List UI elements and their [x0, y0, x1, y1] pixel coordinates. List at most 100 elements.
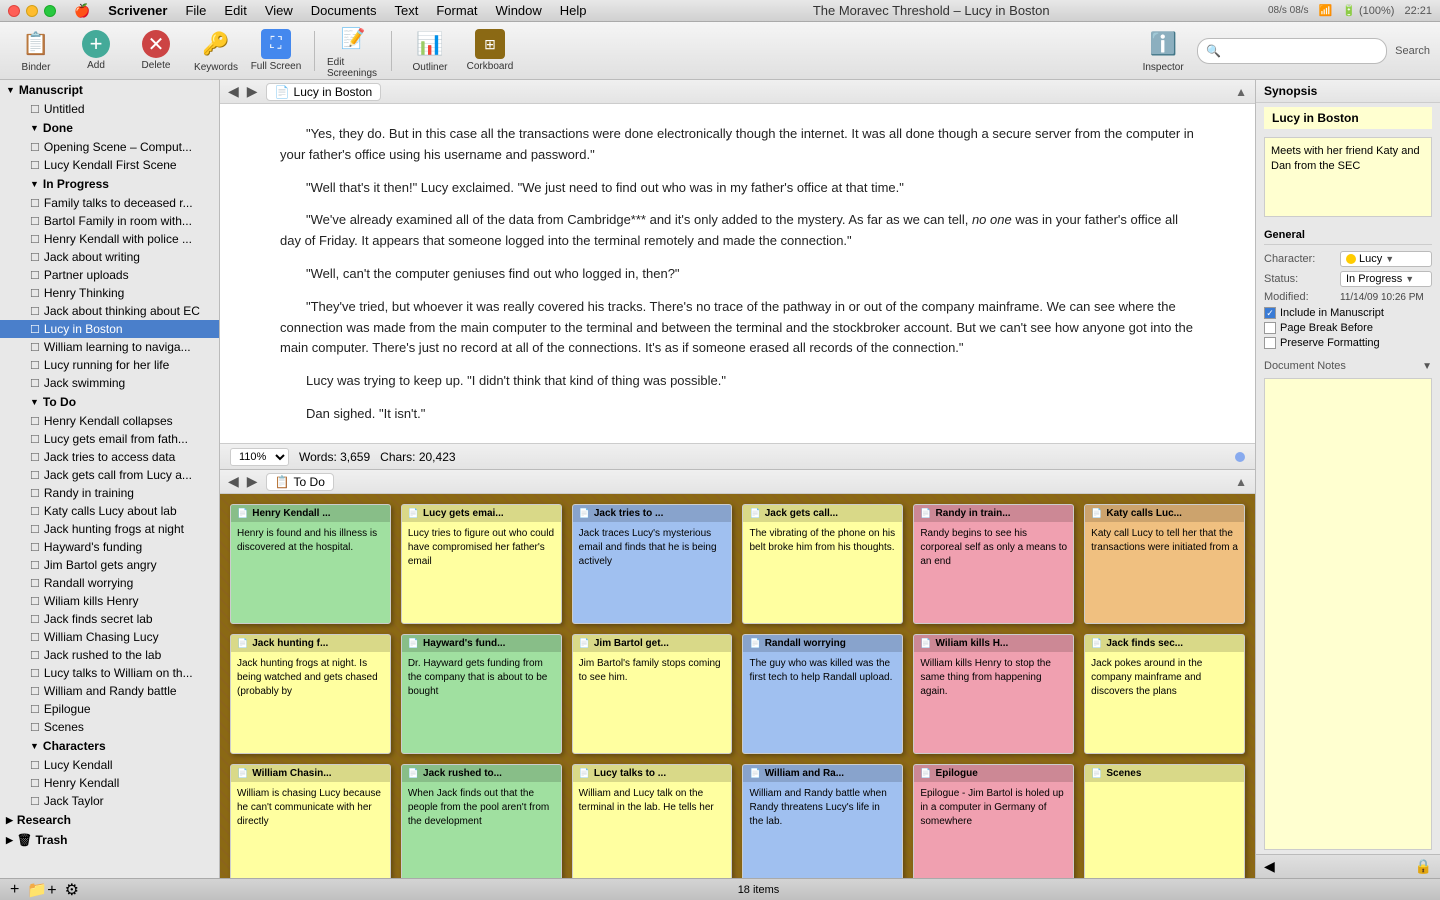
- menu-text[interactable]: Text: [387, 2, 427, 19]
- sidebar-group-todo[interactable]: ▼ To Do: [0, 392, 219, 412]
- card-william-chasing[interactable]: 📄 William Chasin... William is chasing L…: [230, 764, 391, 878]
- sidebar-item-william-chasing[interactable]: ☐ William Chasing Lucy: [0, 628, 219, 646]
- sidebar-item-jack-ec[interactable]: ☐ Jack about thinking about EC: [0, 302, 219, 320]
- sidebar-item-henry-thinking[interactable]: ☐ Henry Thinking: [0, 284, 219, 302]
- card-jim-bartol[interactable]: 📄 Jim Bartol get... Jim Bartol's family …: [572, 634, 733, 754]
- sidebar-item-bartol-family[interactable]: ☐ Bartol Family in room with...: [0, 212, 219, 230]
- corkboard-nav-prev[interactable]: ◀: [228, 473, 239, 490]
- doc-notes-arrow[interactable]: ▼: [1422, 361, 1432, 372]
- inspector-button[interactable]: ℹ️ Inspector: [1137, 28, 1189, 73]
- sidebar-item-jack-writing[interactable]: ☐ Jack about writing: [0, 248, 219, 266]
- zoom-select[interactable]: 110% 100% 125%: [230, 448, 289, 466]
- outliner-button[interactable]: 📊 Outliner: [404, 28, 456, 73]
- sidebar-item-family-talks[interactable]: ☐ Family talks to deceased r...: [0, 194, 219, 212]
- delete-button[interactable]: ✕ Delete: [130, 30, 182, 71]
- sidebar-item-lucy-first-scene[interactable]: ☐ Lucy Kendall First Scene: [0, 156, 219, 174]
- sidebar-item-scenes[interactable]: ☐ Scenes: [0, 718, 219, 736]
- card-jack-tries[interactable]: 📄 Jack tries to ... Jack traces Lucy's m…: [572, 504, 733, 624]
- app-menu-scrivener[interactable]: Scrivener: [100, 2, 175, 19]
- corkboard-button[interactable]: ⊞ Corkboard: [464, 29, 516, 72]
- card-randall-worrying[interactable]: 📄 Randall worrying The guy who was kille…: [742, 634, 903, 754]
- add-status-btn[interactable]: +: [10, 881, 19, 899]
- card-hayward[interactable]: 📄 Hayward's fund... Dr. Hayward gets fun…: [401, 634, 562, 754]
- card-jack-hunting[interactable]: 📄 Jack hunting f... Jack hunting frogs a…: [230, 634, 391, 754]
- sidebar-item-lucy-email[interactable]: ☐ Lucy gets email from fath...: [0, 430, 219, 448]
- sidebar-item-opening-scene[interactable]: ☐ Opening Scene – Comput...: [0, 138, 219, 156]
- inspector-tab-prev[interactable]: ◀: [1264, 858, 1275, 875]
- menu-edit[interactable]: Edit: [216, 2, 254, 19]
- card-jack-rushed[interactable]: 📄 Jack rushed to... When Jack finds out …: [401, 764, 562, 878]
- sidebar-item-jack-secret[interactable]: ☐ Jack finds secret lab: [0, 610, 219, 628]
- menu-documents[interactable]: Documents: [303, 2, 385, 19]
- sidebar-item-jack-rushed[interactable]: ☐ Jack rushed to the lab: [0, 646, 219, 664]
- card-henry-kendall[interactable]: 📄 Henry Kendall ... Henry is found and h…: [230, 504, 391, 624]
- settings-status-btn[interactable]: ⚙: [65, 880, 79, 900]
- sidebar-item-partner-uploads[interactable]: ☐ Partner uploads: [0, 266, 219, 284]
- sidebar-group-done[interactable]: ▼ Done: [0, 118, 219, 138]
- sidebar-item-lucy-running[interactable]: ☐ Lucy running for her life: [0, 356, 219, 374]
- card-lucy-email[interactable]: 📄 Lucy gets emai... Lucy tries to figure…: [401, 504, 562, 624]
- card-epilogue[interactable]: 📄 Epilogue Epilogue - Jim Bartol is hole…: [913, 764, 1074, 878]
- preserve-checkbox[interactable]: [1264, 337, 1276, 349]
- close-button[interactable]: [8, 5, 20, 17]
- edit-screenings-button[interactable]: 📝 Edit Screenings: [327, 23, 379, 79]
- status-selector[interactable]: In Progress ▼: [1340, 271, 1432, 287]
- corkboard-nav-next[interactable]: ▶: [247, 473, 258, 490]
- menu-help[interactable]: Help: [552, 2, 595, 19]
- sidebar-item-lucy-william[interactable]: ☐ Lucy talks to William on th...: [0, 664, 219, 682]
- add-button[interactable]: + Add: [70, 30, 122, 71]
- sidebar-item-jack-t[interactable]: ☐ Jack Taylor: [0, 792, 219, 810]
- sidebar-item-katy-calls[interactable]: ☐ Katy calls Lucy about lab: [0, 502, 219, 520]
- menu-window[interactable]: Window: [488, 2, 550, 19]
- include-checkbox[interactable]: ✓: [1264, 307, 1276, 319]
- search-input[interactable]: [1225, 41, 1375, 61]
- sidebar-group-in-progress[interactable]: ▼ In Progress: [0, 174, 219, 194]
- keywords-button[interactable]: 🔑 Keywords: [190, 28, 242, 73]
- sidebar-item-jim-angry[interactable]: ☐ Jim Bartol gets angry: [0, 556, 219, 574]
- sidebar-item-randall-worrying[interactable]: ☐ Randall worrying: [0, 574, 219, 592]
- doc-collapse-icon[interactable]: ▲: [1235, 85, 1247, 99]
- sidebar-item-jack-hunting[interactable]: ☐ Jack hunting frogs at night: [0, 520, 219, 538]
- doc-notes-area[interactable]: [1264, 378, 1432, 850]
- sidebar-item-lucy-boston[interactable]: ☐ Lucy in Boston: [0, 320, 219, 338]
- character-selector[interactable]: Lucy ▼: [1340, 251, 1432, 267]
- corkboard-body[interactable]: 📄 Henry Kendall ... Henry is found and h…: [220, 494, 1255, 878]
- sidebar-item-jack-call[interactable]: ☐ Jack gets call from Lucy a...: [0, 466, 219, 484]
- doc-nav-prev[interactable]: ◀: [228, 83, 239, 100]
- sidebar-item-henry-collapses[interactable]: ☐ Henry Kendall collapses: [0, 412, 219, 430]
- synopsis-area[interactable]: Meets with her friend Katy and Dan from …: [1264, 137, 1432, 217]
- card-jack-secret[interactable]: 📄 Jack finds sec... Jack pokes around in…: [1084, 634, 1245, 754]
- sidebar-item-jack-swimming[interactable]: ☐ Jack swimming: [0, 374, 219, 392]
- sidebar-group-research[interactable]: ▶ Research: [0, 810, 219, 830]
- sidebar-group-trash[interactable]: ▶ 🗑 Trash: [0, 830, 219, 850]
- sidebar-item-untitled[interactable]: ☐ Untitled: [0, 100, 219, 118]
- card-lucy-talks[interactable]: 📄 Lucy talks to ... William and Lucy tal…: [572, 764, 733, 878]
- card-scenes[interactable]: 📄 Scenes: [1084, 764, 1245, 878]
- inspector-tab-lock[interactable]: 🔒: [1415, 858, 1432, 875]
- menu-format[interactable]: Format: [428, 2, 485, 19]
- app-name[interactable]: 🍎: [66, 2, 98, 20]
- card-jack-call[interactable]: 📄 Jack gets call... The vibrating of the…: [742, 504, 903, 624]
- menu-view[interactable]: View: [257, 2, 301, 19]
- card-randy[interactable]: 📄 Randy in train... Randy begins to see …: [913, 504, 1074, 624]
- sidebar-item-lucy-k[interactable]: ☐ Lucy Kendall: [0, 756, 219, 774]
- sidebar-item-william-navi[interactable]: ☐ William learning to naviga...: [0, 338, 219, 356]
- sidebar-group-characters[interactable]: ▼ Characters: [0, 736, 219, 756]
- add-folder-btn[interactable]: 📁+: [27, 880, 56, 900]
- card-william-randy[interactable]: 📄 William and Ra... William and Randy ba…: [742, 764, 903, 878]
- sidebar-item-hayward[interactable]: ☐ Hayward's funding: [0, 538, 219, 556]
- sidebar-item-william-randy-battle[interactable]: ☐ William and Randy battle: [0, 682, 219, 700]
- doc-scroll[interactable]: "Yes, they do. But in this case all the …: [220, 104, 1255, 443]
- fullscreen-button[interactable]: [44, 5, 56, 17]
- minimize-button[interactable]: [26, 5, 38, 17]
- corkboard-collapse-icon[interactable]: ▲: [1235, 475, 1247, 489]
- sidebar-item-henry-kendall-police[interactable]: ☐ Henry Kendall with police ...: [0, 230, 219, 248]
- sidebar-item-epilogue[interactable]: ☐ Epilogue: [0, 700, 219, 718]
- sidebar-item-william-kills[interactable]: ☐ Wiliam kills Henry: [0, 592, 219, 610]
- sidebar-group-manuscript[interactable]: ▼ Manuscript: [0, 80, 219, 100]
- menu-file[interactable]: File: [177, 2, 214, 19]
- doc-nav-next[interactable]: ▶: [247, 83, 258, 100]
- sidebar-item-randy-training[interactable]: ☐ Randy in training: [0, 484, 219, 502]
- binder-button[interactable]: 📋 Binder: [10, 28, 62, 73]
- sidebar-item-henry-k[interactable]: ☐ Henry Kendall: [0, 774, 219, 792]
